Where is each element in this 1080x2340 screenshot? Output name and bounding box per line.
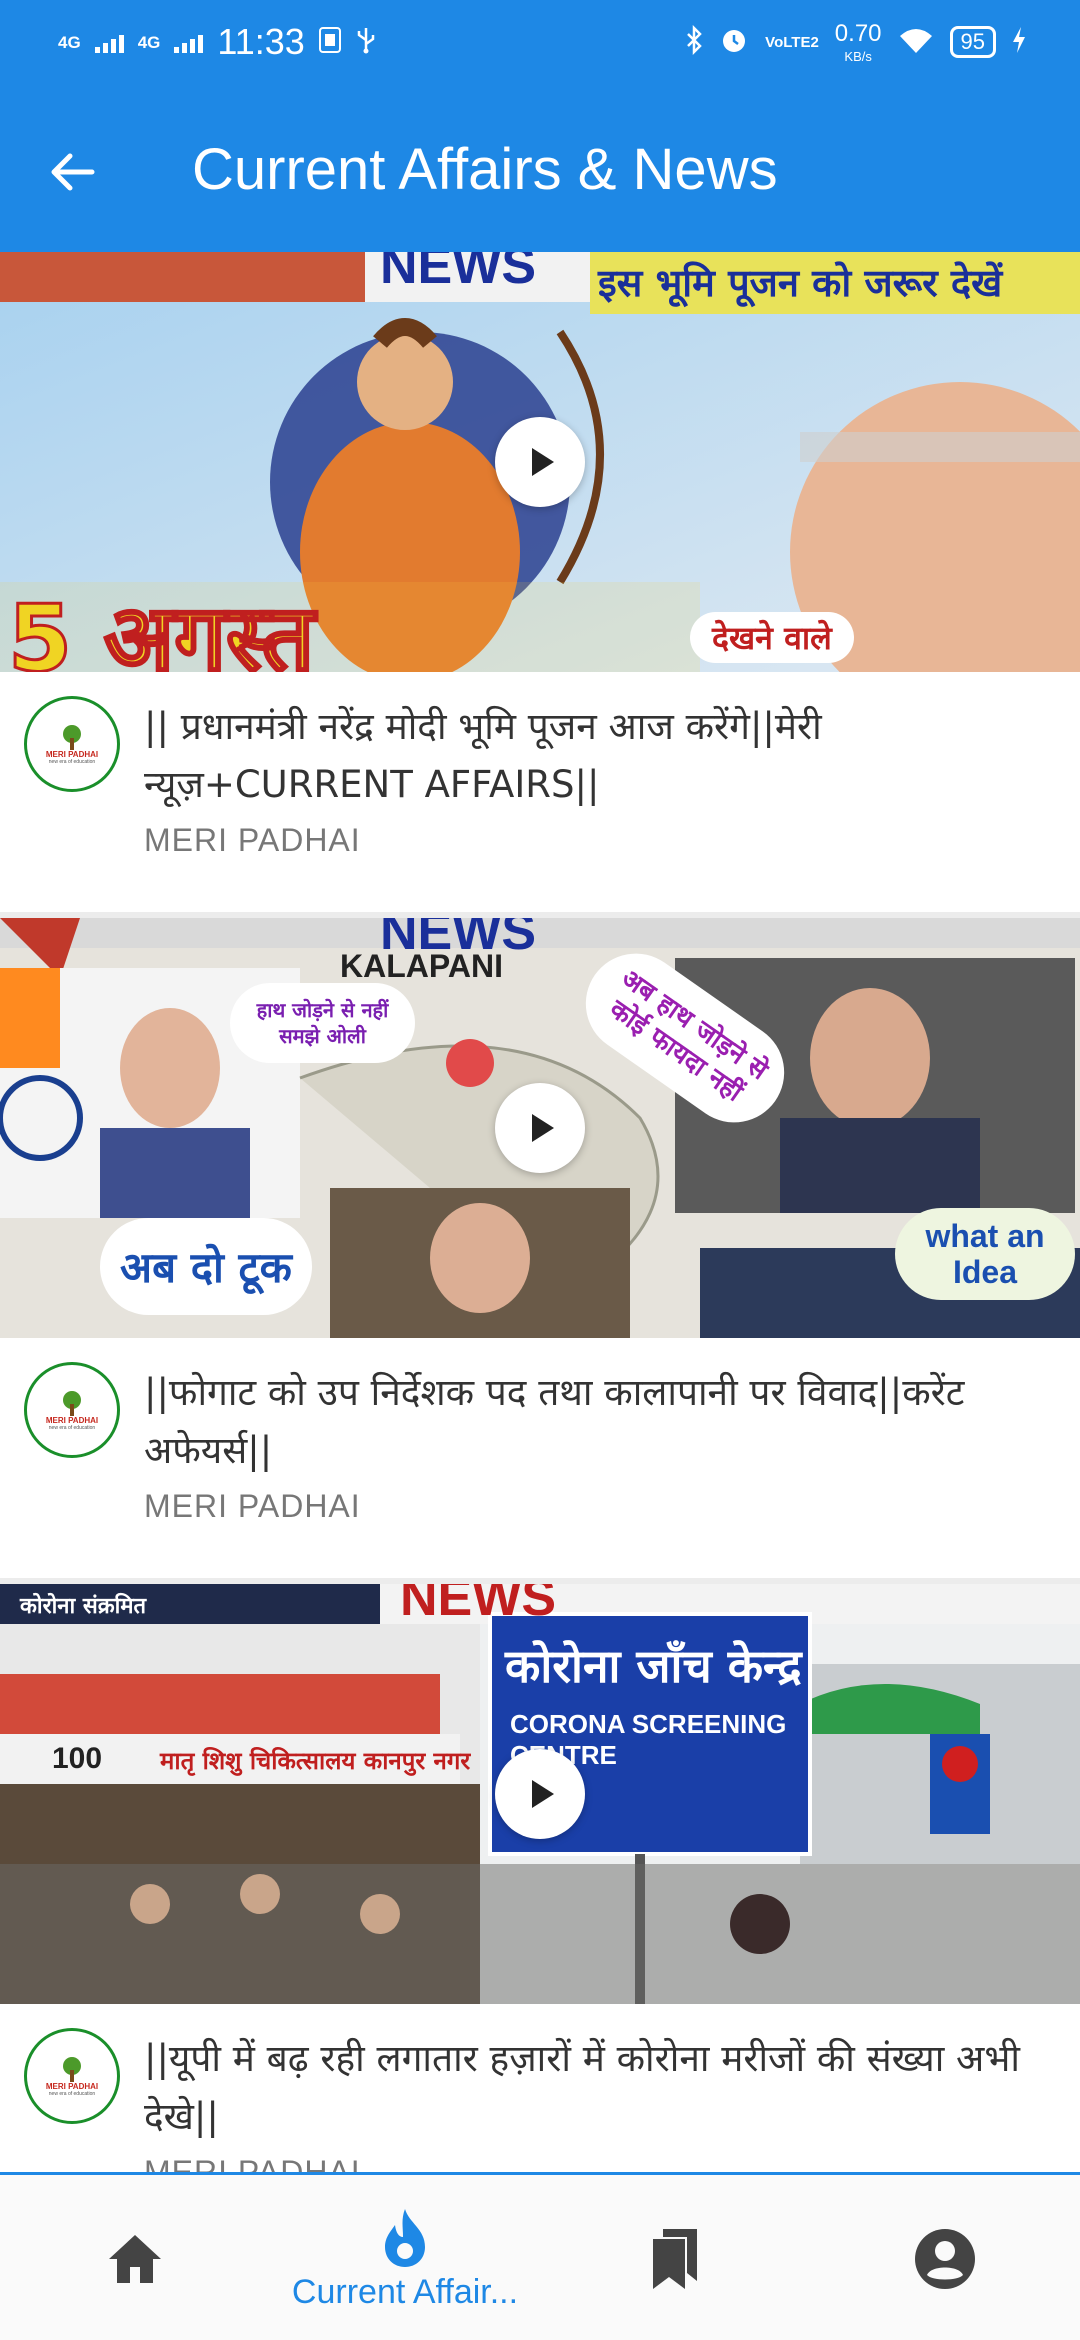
thumbnail-building-num: 100: [52, 1742, 103, 1775]
channel-avatar[interactable]: MERI PADHAI new era of education: [24, 696, 120, 792]
thumbnail-news-label: NEWS: [400, 1584, 556, 1627]
status-left: 4G 4G 11:33: [58, 18, 377, 66]
thumbnail-tag: देखने वाले: [690, 612, 854, 663]
volte-label: VoLTE2: [765, 33, 819, 51]
thumbnail-big-text: 5 अगस्त: [6, 584, 315, 673]
avatar-tagline: new era of education: [48, 758, 96, 765]
avatar-tagline: new era of education: [48, 2090, 96, 2097]
thumbnail-news-label: NEWS: [380, 252, 536, 295]
video-title[interactable]: ||यूपी में बढ़ रही लगातार हज़ारों में को…: [144, 2030, 1054, 2146]
video-card[interactable]: NEWS कोरोना संक्रमित 100 मातृ शिशु चिकित…: [0, 1584, 1080, 2172]
home-icon: [109, 2235, 161, 2283]
channel-name[interactable]: MERI PADHAI: [144, 822, 361, 859]
charging-icon: [1012, 26, 1026, 59]
wifi-icon: [898, 26, 934, 59]
nav-account[interactable]: [810, 2175, 1080, 2340]
video-thumbnail[interactable]: NEWS KALAPANI हाथ जोड़ने से नहीं समझे ओल…: [0, 918, 1080, 1338]
arrow-left-icon: [51, 153, 95, 191]
network-type-2: 4G: [137, 32, 161, 52]
video-card[interactable]: NEWS इस भूमि पूजन को जरूर देखें 5 अगस्त …: [0, 252, 1080, 912]
play-icon: [532, 1114, 554, 1142]
video-thumbnail[interactable]: NEWS इस भूमि पूजन को जरूर देखें 5 अगस्त …: [0, 252, 1080, 672]
thumbnail-sign-hindi: कोरोना जाँच केन्द्र: [505, 1639, 802, 1693]
page-title: Current Affairs & News: [192, 137, 778, 202]
video-feed[interactable]: NEWS इस भूमि पूजन को जरूर देखें 5 अगस्त …: [0, 252, 1080, 2172]
clock: 11:33: [217, 21, 305, 62]
thumbnail-left-label: कोरोना संक्रमित: [20, 1594, 147, 1619]
avatar-brand: MERI PADHAI: [45, 1415, 99, 1425]
avatar-tagline: new era of education: [48, 1424, 96, 1431]
play-button[interactable]: [495, 1083, 585, 1173]
signal-icon-2: [174, 31, 204, 53]
bluetooth-icon: [685, 24, 703, 60]
account-icon: [915, 2229, 975, 2289]
nav-bookmarks[interactable]: [540, 2175, 810, 2340]
network-speed: 0.70 KB/s: [834, 19, 882, 64]
channel-name[interactable]: MERI PADHAI: [144, 1488, 361, 1525]
video-title[interactable]: ||फोगाट को उप निर्देशक पद तथा कालापानी प…: [144, 1364, 1054, 1480]
thumbnail-bubble-3: अब दो टूक: [100, 1218, 312, 1315]
tree-logo-icon: [63, 2056, 81, 2082]
channel-avatar[interactable]: MERI PADHAI new era of education: [24, 2028, 120, 2124]
video-info[interactable]: MERI PADHAI new era of education || प्रध…: [0, 672, 1080, 912]
bottom-navigation: Current Affair...: [0, 2172, 1080, 2340]
app-notification-icon: [318, 26, 341, 58]
thumbnail-bubble-4: what an Idea: [895, 1208, 1075, 1300]
flame-icon: [385, 2208, 425, 2267]
tree-logo-icon: [63, 724, 81, 750]
nav-label-current-affairs: Current Affair...: [291, 2272, 519, 2311]
thumbnail-building-sign: मातृ शिशु चिकित्सालय कानपुर नगर: [160, 1747, 471, 1775]
thumbnail-map-label: KALAPANI: [340, 948, 503, 984]
play-button[interactable]: [495, 1749, 585, 1839]
signal-icon: [94, 31, 124, 53]
video-thumbnail[interactable]: NEWS कोरोना संक्रमित 100 मातृ शिशु चिकित…: [0, 1584, 1080, 2004]
status-bar: 4G 4G 11:33 VoLTE2 0.70 KB/s 95: [0, 0, 1080, 84]
play-icon: [532, 1780, 554, 1808]
battery-indicator: 95: [949, 26, 996, 58]
nav-current-affairs[interactable]: Current Affair...: [270, 2175, 540, 2340]
usb-icon: [355, 26, 377, 59]
thumbnail-bubble-1: हाथ जोड़ने से नहीं समझे ओली: [230, 983, 415, 1063]
avatar-brand: MERI PADHAI: [45, 2081, 99, 2091]
video-title[interactable]: || प्रधानमंत्री नरेंद्र मोदी भूमि पूजन आ…: [144, 698, 1054, 814]
avatar-brand: MERI PADHAI: [45, 749, 99, 759]
channel-name[interactable]: MERI PADHAI: [144, 2154, 361, 2172]
speed-value: 0.70: [834, 19, 882, 47]
nav-home[interactable]: [0, 2175, 270, 2340]
thumbnail-banner: इस भूमि पूजन को जरूर देखें: [598, 261, 1003, 305]
video-info[interactable]: MERI PADHAI new era of education ||यूपी …: [0, 2004, 1080, 2172]
video-info[interactable]: MERI PADHAI new era of education ||फोगाट…: [0, 1338, 1080, 1578]
bookmarks-icon: [653, 2229, 697, 2289]
status-right: VoLTE2 0.70 KB/s 95: [685, 18, 1026, 66]
channel-avatar[interactable]: MERI PADHAI new era of education: [24, 1362, 120, 1458]
play-icon: [532, 448, 554, 476]
network-type-1: 4G: [58, 32, 81, 52]
app-bar: Current Affairs & News: [0, 84, 1080, 252]
video-card[interactable]: NEWS KALAPANI हाथ जोड़ने से नहीं समझे ओल…: [0, 918, 1080, 1578]
speed-unit: KB/s: [844, 48, 872, 64]
tree-logo-icon: [63, 1390, 81, 1416]
back-button[interactable]: [28, 128, 116, 216]
alarm-icon: [719, 25, 749, 60]
play-button[interactable]: [495, 417, 585, 507]
